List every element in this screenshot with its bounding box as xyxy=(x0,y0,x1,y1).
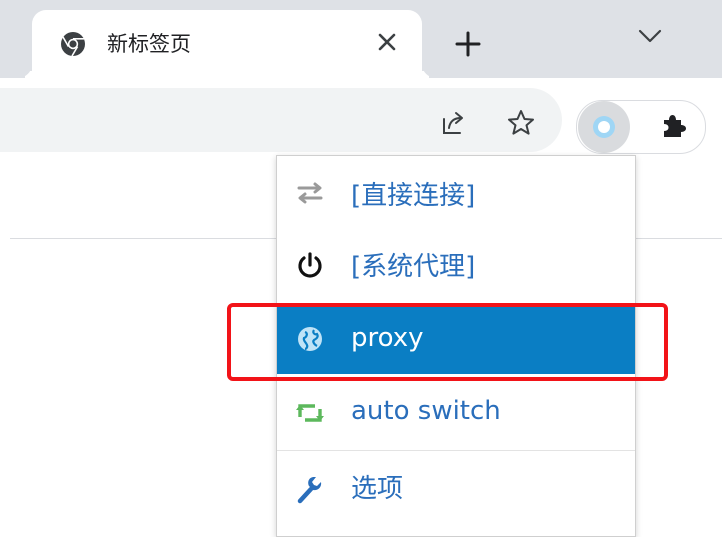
highlight-annotation xyxy=(227,303,668,381)
menu-item-auto-switch[interactable]: auto switch xyxy=(277,378,635,446)
share-icon[interactable] xyxy=(436,106,470,140)
address-bar[interactable] xyxy=(0,88,562,152)
wrench-icon xyxy=(295,474,325,504)
toolbar xyxy=(0,78,722,160)
chrome-icon xyxy=(60,31,86,57)
tab-strip: 新标签页 xyxy=(0,0,722,78)
menu-item-direct[interactable]: [直接连接] xyxy=(277,161,635,229)
star-icon[interactable] xyxy=(504,106,538,140)
menu-item-label: [直接连接] xyxy=(351,181,476,211)
puzzle-icon[interactable] xyxy=(658,109,690,141)
close-icon[interactable] xyxy=(372,27,402,57)
menu-item-system[interactable]: [系统代理] xyxy=(277,232,635,300)
plus-icon[interactable] xyxy=(452,28,484,60)
switchyomega-button[interactable] xyxy=(578,101,630,153)
menu-divider xyxy=(277,450,635,451)
tab-title: 新标签页 xyxy=(107,32,191,56)
menu-item-label: [系统代理] xyxy=(351,252,476,282)
menu-item-label: 选项 xyxy=(351,474,404,504)
chevron-down-icon[interactable] xyxy=(636,24,664,48)
swap-arrows-icon xyxy=(295,179,325,209)
switchyomega-icon xyxy=(591,114,617,140)
retweet-icon xyxy=(295,398,325,428)
menu-item-options[interactable]: 选项 xyxy=(277,456,635,524)
menu-item-label: auto switch xyxy=(351,396,501,426)
power-icon xyxy=(295,250,325,280)
browser-tab[interactable]: 新标签页 xyxy=(32,10,422,78)
